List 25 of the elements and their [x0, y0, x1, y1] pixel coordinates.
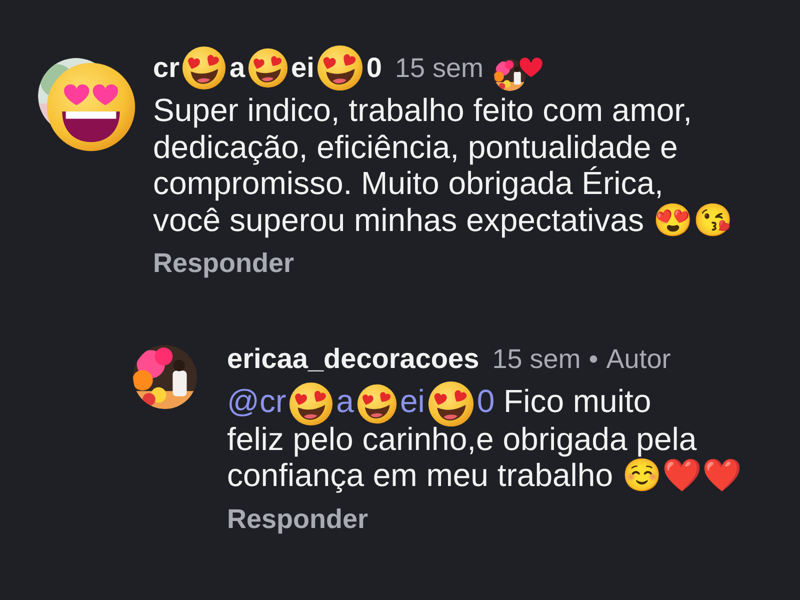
reply-button[interactable]: Responder — [153, 248, 294, 279]
heart-eyes-emoji-icon — [356, 384, 397, 424]
heart-eyes-emoji-icon — [317, 45, 364, 91]
mention-link[interactable]: a — [336, 383, 354, 419]
heart-eyes-emoji-icon — [289, 382, 334, 426]
timestamp: 15 sem — [492, 344, 581, 374]
heart-eyes-emoji-icon — [428, 380, 474, 427]
username-link[interactable]: 0 — [366, 52, 382, 84]
heart-icon — [518, 57, 544, 79]
username-link[interactable]: ericaa_decoracoes — [227, 342, 480, 376]
username-link[interactable]: a — [229, 52, 246, 84]
comment-text: @cr a ei 0 Fico muito feliz pelo carinho,e obrigada pela confiança em meu trabalho ☺❤❤ — [227, 383, 742, 494]
mention-link[interactable]: @cr — [227, 383, 286, 419]
heart-eyes-emoji-icon — [248, 48, 288, 88]
username-link[interactable]: ei — [291, 52, 314, 84]
username-link[interactable]: cr — [153, 52, 180, 84]
reply-button[interactable]: Responder — [227, 504, 368, 535]
author-label: Autor — [606, 344, 671, 374]
comment-text: Super indico, trabalho feito com amor, dedicação, eficiência, pontualidade e compromisso. Muito obrigada Érica, você superou minhas expectativas 😍😘 — [153, 92, 733, 238]
mention-link[interactable]: 0 — [476, 383, 495, 419]
heart-eyes-emoji-icon — [46, 62, 136, 152]
separator-dot: • — [588, 344, 598, 374]
mention-link[interactable]: ei — [400, 383, 425, 419]
heart-eyes-emoji-icon — [182, 46, 226, 90]
timestamp: 15 sem — [394, 52, 484, 84]
